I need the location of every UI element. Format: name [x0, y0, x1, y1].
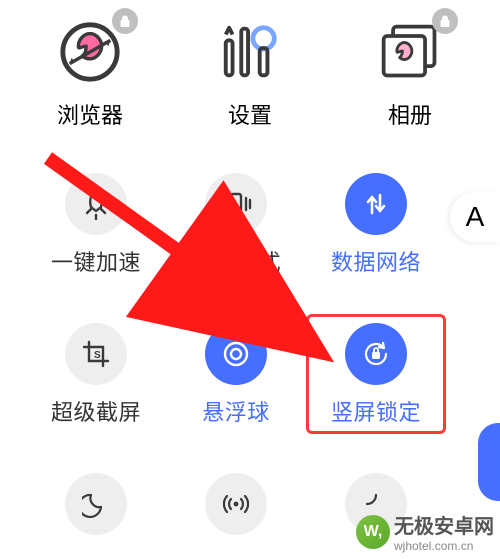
- watermark-logo-icon: W,: [356, 515, 390, 549]
- vibrate-icon: [205, 173, 267, 235]
- qs-vibrate[interactable]: 振动模式: [166, 164, 306, 284]
- side-handle[interactable]: [478, 423, 500, 501]
- side-indicator[interactable]: A: [450, 192, 500, 242]
- crop-icon: S: [65, 323, 127, 385]
- qs-portrait-lock[interactable]: 竖屏锁定: [306, 314, 446, 434]
- watermark-url: wjhotel.com.cn: [394, 539, 494, 553]
- lock-icon: [112, 8, 138, 34]
- svg-text:S: S: [94, 350, 101, 361]
- app-browser[interactable]: 浏览器: [30, 20, 150, 130]
- app-gallery[interactable]: 相册: [350, 20, 470, 130]
- qs-label: 一键加速: [51, 245, 141, 277]
- app-label: 浏览器: [57, 98, 123, 130]
- target-icon: [205, 323, 267, 385]
- watermark: W, 无极安卓网 wjhotel.com.cn: [356, 510, 494, 553]
- lock-icon: [432, 8, 458, 34]
- rotation-lock-icon: [345, 323, 407, 385]
- qs-label: 数据网络: [331, 245, 421, 277]
- data-arrows-icon: [345, 173, 407, 235]
- browser-icon: [58, 20, 122, 84]
- apps-row: 浏览器 设置 相册: [0, 0, 500, 140]
- rocket-icon: [65, 173, 127, 235]
- hotspot-icon: [205, 473, 267, 535]
- qs-hotspot[interactable]: [166, 464, 306, 552]
- qs-night-mode[interactable]: [26, 464, 166, 552]
- app-settings[interactable]: 设置: [190, 20, 310, 130]
- qs-label: 超级截屏: [51, 395, 141, 427]
- qs-label: 竖屏锁定: [331, 395, 421, 427]
- gallery-icon: [378, 20, 442, 84]
- watermark-title: 无极安卓网: [394, 510, 494, 539]
- qs-label: 振动模式: [191, 245, 281, 277]
- qs-floatball[interactable]: 悬浮球: [166, 314, 306, 434]
- qs-screenshot[interactable]: S 超级截屏: [26, 314, 166, 434]
- quick-settings-panel: 一键加速 振动模式 数据网络 S 超级截屏 悬浮球: [0, 140, 500, 552]
- settings-icon: [218, 20, 282, 84]
- app-label: 设置: [228, 98, 272, 130]
- qs-label: 悬浮球: [202, 395, 270, 427]
- qs-data[interactable]: 数据网络: [306, 164, 446, 284]
- moon-icon: [65, 473, 127, 535]
- qs-boost[interactable]: 一键加速: [26, 164, 166, 284]
- app-label: 相册: [388, 98, 432, 130]
